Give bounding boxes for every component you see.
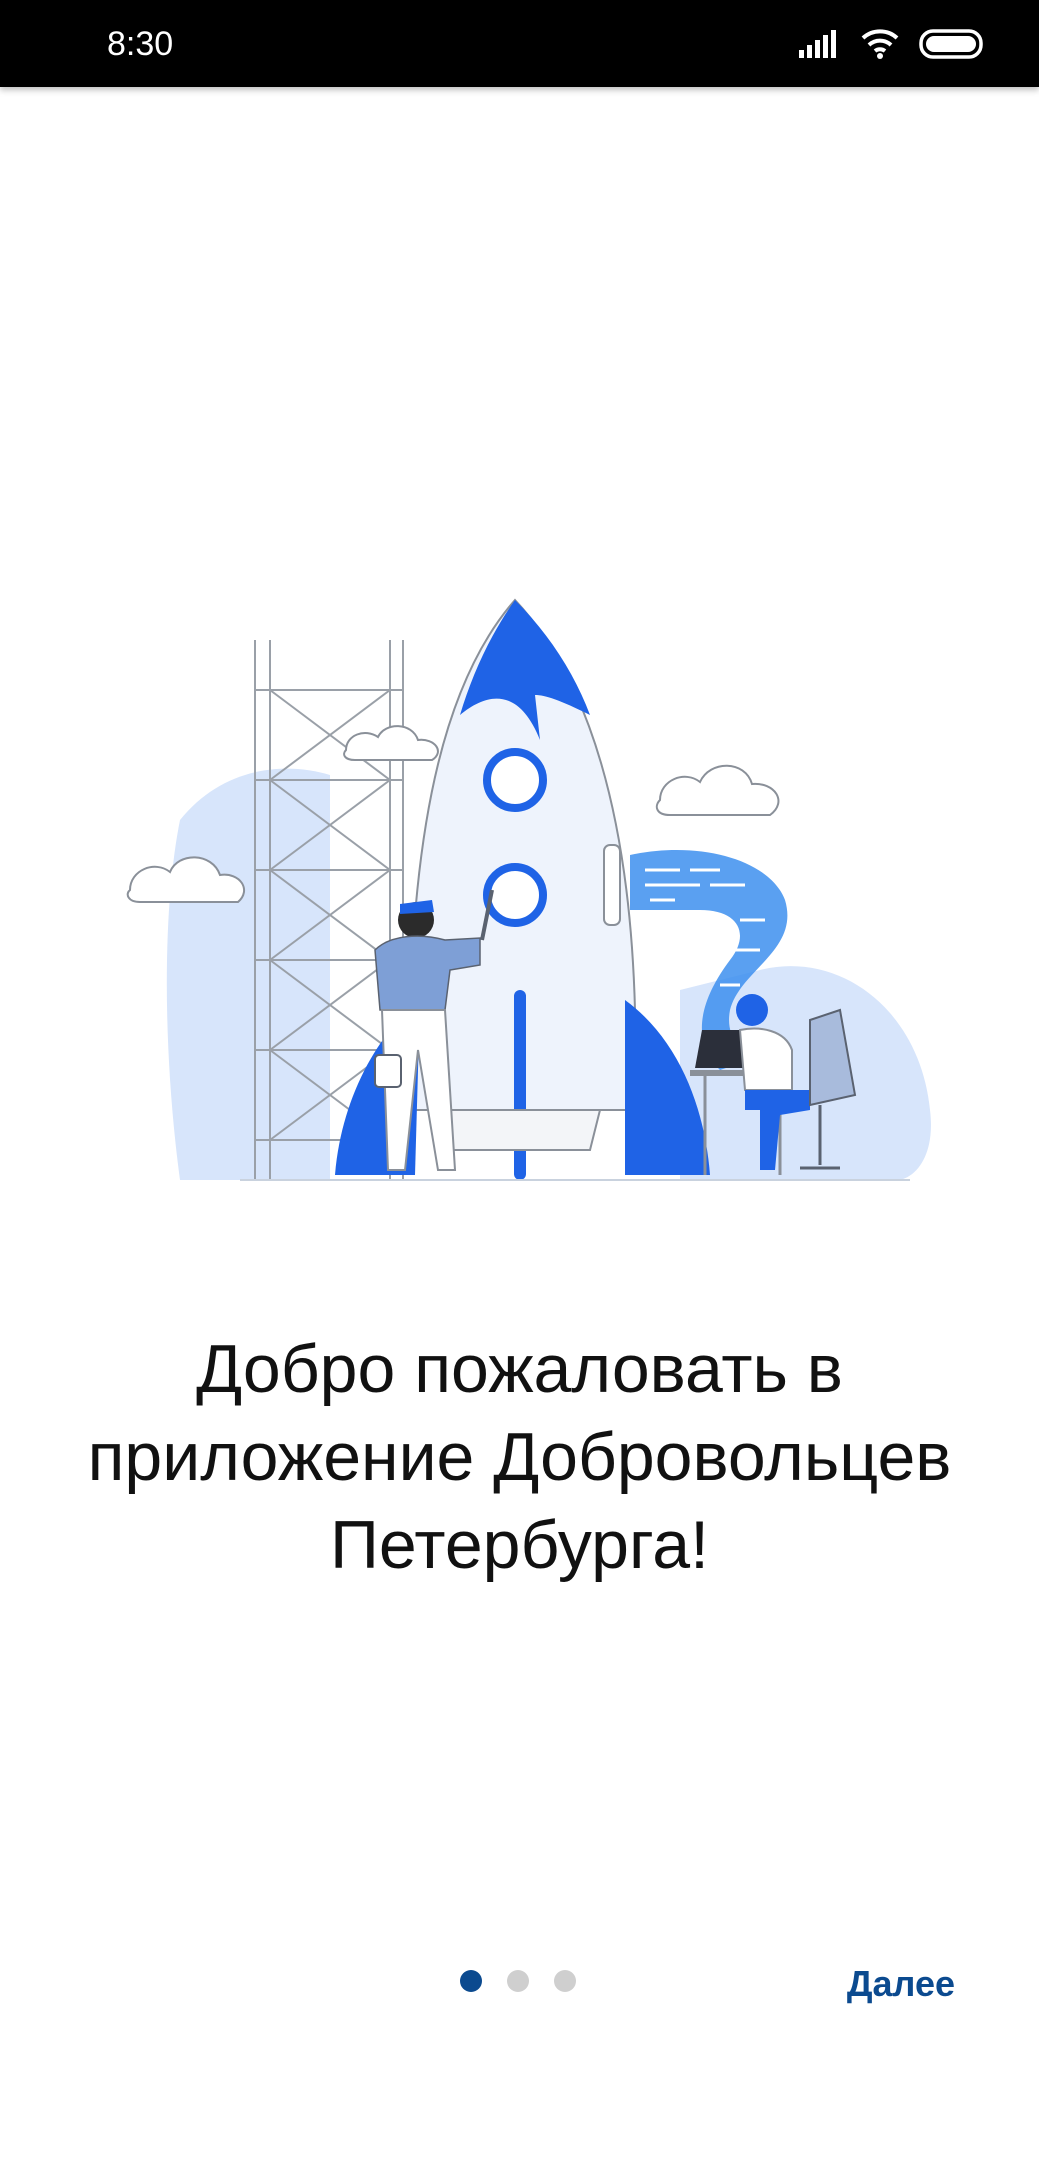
rocket-illustration [120, 590, 940, 1200]
status-time: 8:30 [107, 25, 174, 63]
next-button[interactable]: Далее [843, 1955, 959, 2013]
page-dot-2[interactable] [507, 1970, 529, 1992]
wifi-icon [861, 29, 899, 59]
welcome-title-line-2: приложение Добровольцев [87, 1419, 952, 1495]
status-icons [799, 26, 985, 62]
status-bar: 8:30 [0, 0, 1039, 87]
onboarding-screen: 8:30 Добро пожаловать в приложение Добро… [0, 0, 1039, 2160]
signal-icon [799, 30, 841, 58]
welcome-title-line-3: Петербурга! [330, 1507, 709, 1583]
battery-icon [919, 29, 985, 59]
welcome-title-line-1: Добро пожаловать в [196, 1331, 843, 1407]
page-indicator [460, 1970, 576, 1992]
welcome-title: Добро пожаловать в приложение Добровольц… [30, 1325, 1009, 1589]
page-dot-1[interactable] [460, 1970, 482, 1992]
page-dot-3[interactable] [554, 1970, 576, 1992]
